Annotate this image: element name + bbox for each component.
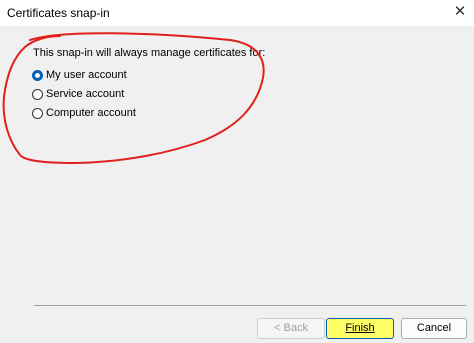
option-label: My user account: [46, 69, 127, 81]
cancel-button[interactable]: Cancel: [401, 318, 467, 339]
option-my-user-account[interactable]: My user account: [32, 68, 127, 82]
radio-service-account[interactable]: [32, 88, 43, 100]
option-computer-account[interactable]: Computer account: [32, 106, 136, 120]
close-icon[interactable]: ✕: [452, 3, 468, 21]
manage-certificates-prompt: This snap-in will always manage certific…: [33, 47, 266, 59]
finish-button-label: Finish: [345, 322, 375, 334]
option-service-account[interactable]: Service account: [32, 87, 124, 101]
radio-computer-account[interactable]: [32, 107, 43, 119]
option-label: Computer account: [46, 107, 136, 119]
window-title: Certificates snap-in: [7, 6, 110, 20]
back-button-label: < Back: [274, 322, 308, 334]
finish-button[interactable]: Finish: [326, 318, 394, 339]
back-button[interactable]: < Back: [257, 318, 325, 339]
title-bar: Certificates snap-in ✕: [0, 0, 474, 26]
button-separator: [34, 305, 466, 306]
cancel-button-label: Cancel: [416, 322, 452, 334]
radio-my-user-account[interactable]: [32, 69, 43, 81]
option-label: Service account: [46, 88, 125, 100]
